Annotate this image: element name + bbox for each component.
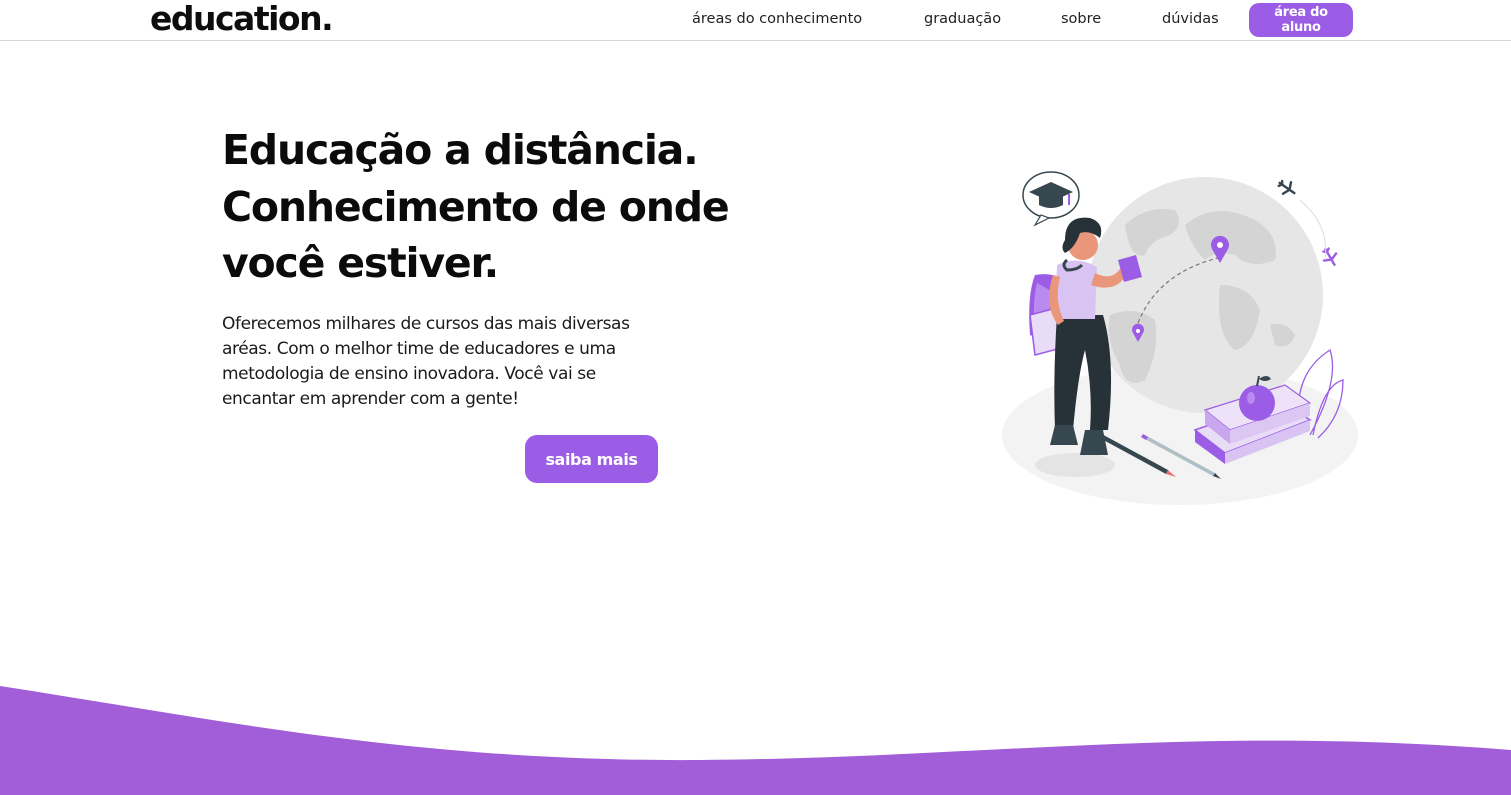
hero-description: Oferecemos milhares de cursos das mais d…: [222, 312, 672, 412]
hero-text-line: aréas. Com o melhor time de educadores e…: [222, 339, 616, 359]
hero-text-line: Oferecemos milhares de cursos das mais d…: [222, 314, 630, 334]
wave-shape: [0, 686, 1511, 795]
hero-title-line: você estiver.: [222, 239, 499, 287]
top-navbar: education. áreas do conhecimento graduaç…: [0, 0, 1511, 41]
nav-link-sobre[interactable]: sobre: [1061, 11, 1101, 27]
student-area-button[interactable]: área do aluno: [1249, 3, 1353, 37]
hero-text-line: metodologia de ensino inovadora. Você va…: [222, 364, 596, 384]
nav-link-areas[interactable]: áreas do conhecimento: [692, 11, 862, 27]
landing-page: education. áreas do conhecimento graduaç…: [0, 0, 1511, 795]
graduation-cap-icon: [1022, 171, 1080, 227]
hero-title: Educação a distância. Conhecimento de on…: [222, 122, 782, 292]
nav-link-duvidas[interactable]: dúvidas: [1162, 11, 1219, 27]
hero-text-line: encantar em aprender com a gente!: [222, 389, 519, 409]
airplane-icon: [1277, 179, 1296, 195]
nav-link-graduacao[interactable]: graduação: [924, 11, 1001, 27]
globe-icon: [1087, 177, 1323, 413]
bottom-wave: [0, 686, 1511, 795]
hero-illustration: [1002, 171, 1358, 505]
hero-title-line: Educação a distância.: [222, 126, 699, 174]
learn-more-button[interactable]: saiba mais: [525, 435, 658, 483]
airplane-icon: [1322, 247, 1338, 266]
logo[interactable]: education.: [150, 0, 334, 38]
hero-title-line: Conhecimento de onde: [222, 182, 730, 231]
